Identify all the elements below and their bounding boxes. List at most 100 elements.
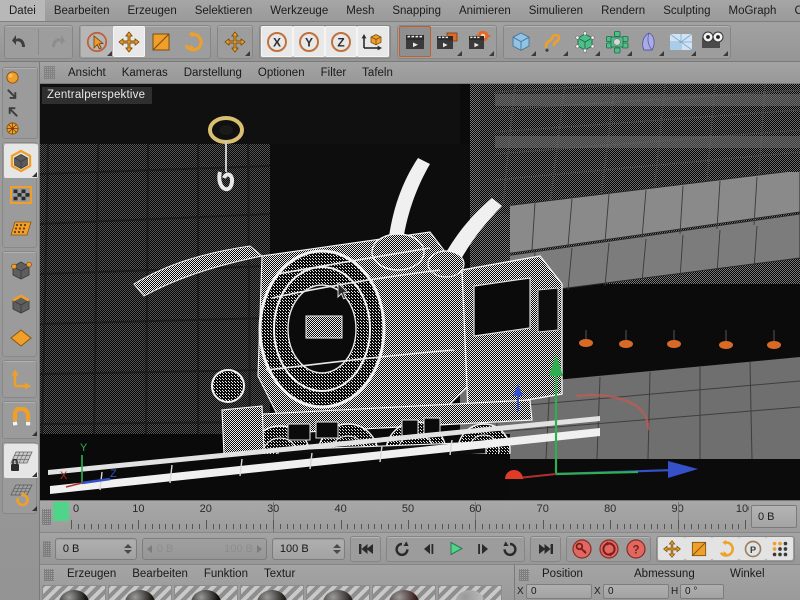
undo-button[interactable]: [6, 26, 38, 57]
axis-y-button[interactable]: Y: [293, 26, 325, 57]
live-selection-button[interactable]: [81, 26, 113, 57]
material-swatch[interactable]: [240, 585, 304, 600]
material-swatch[interactable]: [174, 585, 238, 600]
material-swatch[interactable]: [438, 585, 502, 600]
move-alt-button[interactable]: [219, 26, 251, 57]
panel-grip-icon[interactable]: [519, 568, 529, 581]
camera-button[interactable]: [697, 26, 729, 57]
tool-options-corner[interactable]: [627, 51, 632, 56]
tool-options-corner[interactable]: [245, 51, 250, 56]
matmenu-erzeugen[interactable]: Erzeugen: [59, 565, 124, 584]
record-key-button[interactable]: [568, 537, 595, 560]
menu-animieren[interactable]: Animieren: [450, 0, 520, 21]
panel-grip-icon[interactable]: [44, 66, 55, 79]
object-axis-button[interactable]: [4, 103, 21, 120]
world-axis-button[interactable]: [357, 26, 389, 57]
scale-tool-button[interactable]: [145, 26, 177, 57]
timeline-playhead[interactable]: [53, 502, 69, 521]
viewmenu-kameras[interactable]: Kameras: [114, 62, 176, 84]
tool-options-corner[interactable]: [32, 172, 37, 177]
tool-options-corner[interactable]: [595, 51, 600, 56]
menu-charakter[interactable]: Charak: [785, 0, 800, 21]
keyframe-selection-button[interactable]: ?: [622, 537, 649, 560]
viewmenu-optionen[interactable]: Optionen: [250, 62, 313, 84]
polygon-mode-button[interactable]: [4, 321, 38, 355]
point-mode-button[interactable]: [4, 253, 38, 287]
step-back-button[interactable]: [415, 537, 442, 560]
key-scale-button[interactable]: [685, 537, 712, 560]
matmenu-textur[interactable]: Textur: [256, 565, 303, 584]
coord-size-x[interactable]: X 0: [594, 584, 669, 599]
panel-grip-icon[interactable]: [42, 508, 51, 525]
menu-erzeugen[interactable]: Erzeugen: [118, 0, 185, 21]
step-forward-button[interactable]: [469, 537, 496, 560]
autokey-button[interactable]: [595, 537, 622, 560]
play-button[interactable]: [442, 537, 469, 560]
world-coordinates-button[interactable]: [4, 120, 21, 137]
move-tool-button[interactable]: [113, 26, 145, 57]
max-frame-field[interactable]: 100 B: [271, 537, 345, 560]
menu-sculpting[interactable]: Sculpting: [654, 0, 719, 21]
coordmenu-position[interactable]: Position: [534, 565, 626, 584]
viewmenu-tafeln[interactable]: Tafeln: [354, 62, 401, 84]
axis-z-button[interactable]: Z: [325, 26, 357, 57]
make-editable-button[interactable]: [4, 69, 21, 86]
key-parameter-button[interactable]: P: [739, 537, 766, 560]
viewmenu-filter[interactable]: Filter: [313, 62, 355, 84]
edge-mode-button[interactable]: [4, 287, 38, 321]
menu-datei[interactable]: Datei: [0, 0, 45, 21]
panel-grip-icon[interactable]: [44, 568, 54, 581]
panel-grip-icon[interactable]: [43, 540, 51, 557]
environment-button[interactable]: [665, 26, 697, 57]
matmenu-funktion[interactable]: Funktion: [196, 565, 256, 584]
render-picture-viewer-button[interactable]: [431, 26, 463, 57]
coord-angle-h[interactable]: H 0 °: [671, 584, 724, 599]
redo-button[interactable]: [39, 26, 71, 57]
menu-mesh[interactable]: Mesh: [337, 0, 383, 21]
preview-range-field[interactable]: 0 B 100 B: [141, 537, 267, 560]
tool-options-corner[interactable]: [457, 51, 462, 56]
material-swatch[interactable]: [42, 585, 106, 600]
workplane-lock-button[interactable]: [4, 444, 38, 478]
object-mode-button[interactable]: [4, 144, 38, 178]
rotate-tool-button[interactable]: [177, 26, 209, 57]
go-to-start-button[interactable]: [352, 537, 379, 560]
next-key-button[interactable]: [496, 537, 523, 560]
matmenu-bearbeiten[interactable]: Bearbeiten: [124, 565, 196, 584]
workplane-align-button[interactable]: [4, 478, 38, 512]
previous-key-button[interactable]: [388, 537, 415, 560]
stepper-icon[interactable]: [124, 543, 133, 554]
key-pla-button[interactable]: [766, 537, 793, 560]
timeline-ruler[interactable]: 0102030405060708090100: [53, 501, 749, 533]
spline-button[interactable]: [537, 26, 569, 57]
array-button[interactable]: [601, 26, 633, 57]
coordmenu-abmessung[interactable]: Abmessung: [626, 565, 722, 584]
tool-options-corner[interactable]: [659, 51, 664, 56]
tool-options-corner[interactable]: [32, 472, 37, 477]
menu-bearbeiten[interactable]: Bearbeiten: [45, 0, 119, 21]
menu-werkzeuge[interactable]: Werkzeuge: [261, 0, 337, 21]
coordmenu-winkel[interactable]: Winkel: [722, 565, 773, 584]
perspective-viewport[interactable]: Y X Z Zentralperspektive: [40, 84, 800, 500]
current-frame-field[interactable]: 0 B: [54, 537, 137, 560]
menu-mograph[interactable]: MoGraph: [720, 0, 786, 21]
nurbs-button[interactable]: [569, 26, 601, 57]
menu-simulieren[interactable]: Simulieren: [520, 0, 592, 21]
timeline-end-field[interactable]: 0 B: [751, 505, 797, 528]
menu-selektieren[interactable]: Selektieren: [186, 0, 262, 21]
range-right-arrow-icon[interactable]: [256, 544, 262, 553]
tool-options-corner[interactable]: [107, 51, 112, 56]
axis-modify-button[interactable]: [4, 362, 38, 396]
tool-options-corner[interactable]: [691, 51, 696, 56]
axis-x-button[interactable]: X: [261, 26, 293, 57]
material-swatch[interactable]: [306, 585, 370, 600]
key-rotation-button[interactable]: [712, 537, 739, 560]
texture-mode-button[interactable]: [4, 178, 38, 212]
snap-button[interactable]: [4, 403, 38, 437]
mode-arrow-dr-button[interactable]: [4, 86, 21, 103]
coord-position-x[interactable]: X 0: [517, 584, 592, 599]
tool-options-corner[interactable]: [489, 51, 494, 56]
render-settings-button[interactable]: [463, 26, 495, 57]
deformer-mode-button[interactable]: [4, 212, 38, 246]
tool-options-corner[interactable]: [32, 506, 37, 511]
